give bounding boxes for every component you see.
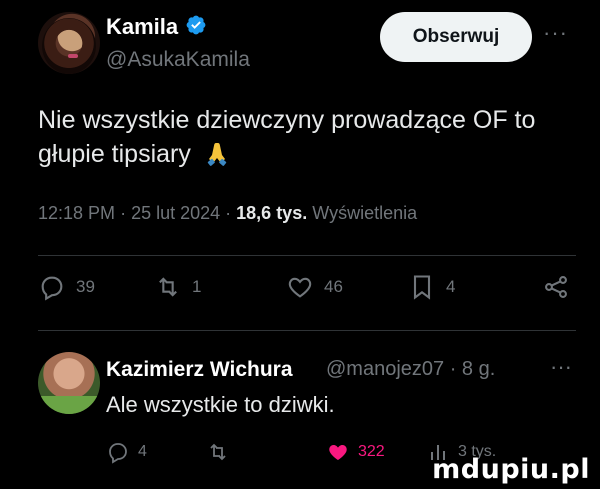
praying-hands-emoji-icon	[207, 143, 226, 166]
verified-badge-icon	[186, 15, 206, 35]
tweet-text: Nie wszystkie dziewczyny prowadzące OF t…	[38, 103, 578, 171]
bookmark-count: 4	[446, 277, 456, 296]
author-avatar[interactable]	[38, 12, 100, 74]
reply-reply-count: 4	[138, 443, 147, 460]
reply-author-name[interactable]: Kazimierz Wichura	[106, 358, 293, 382]
avatar-hair	[42, 18, 96, 74]
reply-icon	[109, 443, 127, 464]
reply-reply-button[interactable]: 4	[106, 440, 147, 464]
more-options-icon[interactable]: ···	[543, 20, 568, 46]
retweet-icon	[210, 443, 226, 461]
tweet-meta: 12:18 PM · 25 lut 2024 · 18,6 tys. Wyświ…	[38, 203, 417, 224]
heart-filled-icon	[329, 445, 347, 460]
share-button[interactable]	[542, 273, 570, 301]
retweet-button[interactable]: 1	[154, 273, 201, 301]
tweet-time[interactable]: 12:18 PM	[38, 203, 115, 223]
reply-count: 39	[76, 277, 95, 296]
like-button[interactable]: 46	[286, 273, 343, 301]
heart-icon	[288, 277, 312, 298]
retweet-count: 1	[192, 277, 202, 296]
divider	[38, 255, 576, 256]
share-icon	[545, 276, 567, 298]
reply-author-avatar[interactable]	[38, 352, 100, 414]
tweet-actions: 39 1 46 4	[38, 273, 576, 313]
tweet-text-content: Nie wszystkie dziewczyny prowadzące OF t…	[38, 106, 536, 168]
divider	[38, 330, 576, 331]
follow-button[interactable]: Obserwuj	[380, 12, 532, 62]
meta-separator: ·	[120, 203, 132, 223]
avatar-mouth	[68, 54, 78, 58]
reply-text: Ale wszystkie to dziwki.	[106, 392, 335, 417]
bookmark-button[interactable]: 4	[408, 273, 455, 301]
reply-like-count: 322	[358, 443, 385, 460]
tweet-date[interactable]: 25 lut 2024	[131, 203, 220, 223]
like-count: 46	[324, 277, 343, 296]
author-name[interactable]: Kamila	[106, 14, 178, 40]
watermark-logo: mdupiu.pl	[432, 454, 590, 485]
author-handle[interactable]: @AsukaKamila	[106, 48, 250, 72]
reply-like-button[interactable]: 322	[326, 440, 385, 464]
retweet-icon	[159, 277, 177, 297]
avatar-shirt	[38, 396, 100, 414]
reply-button[interactable]: 39	[38, 273, 95, 301]
views-count: 18,6 tys.	[236, 203, 308, 223]
more-options-icon[interactable]: ···	[550, 354, 572, 380]
reply-icon	[41, 276, 63, 301]
bookmark-icon	[413, 275, 431, 300]
reply-author-handle[interactable]: @manojez07 · 8 g.	[326, 358, 495, 381]
meta-separator: ·	[225, 203, 237, 223]
reply-retweet-button[interactable]	[206, 440, 238, 464]
views-label: Wyświetlenia	[312, 203, 418, 223]
